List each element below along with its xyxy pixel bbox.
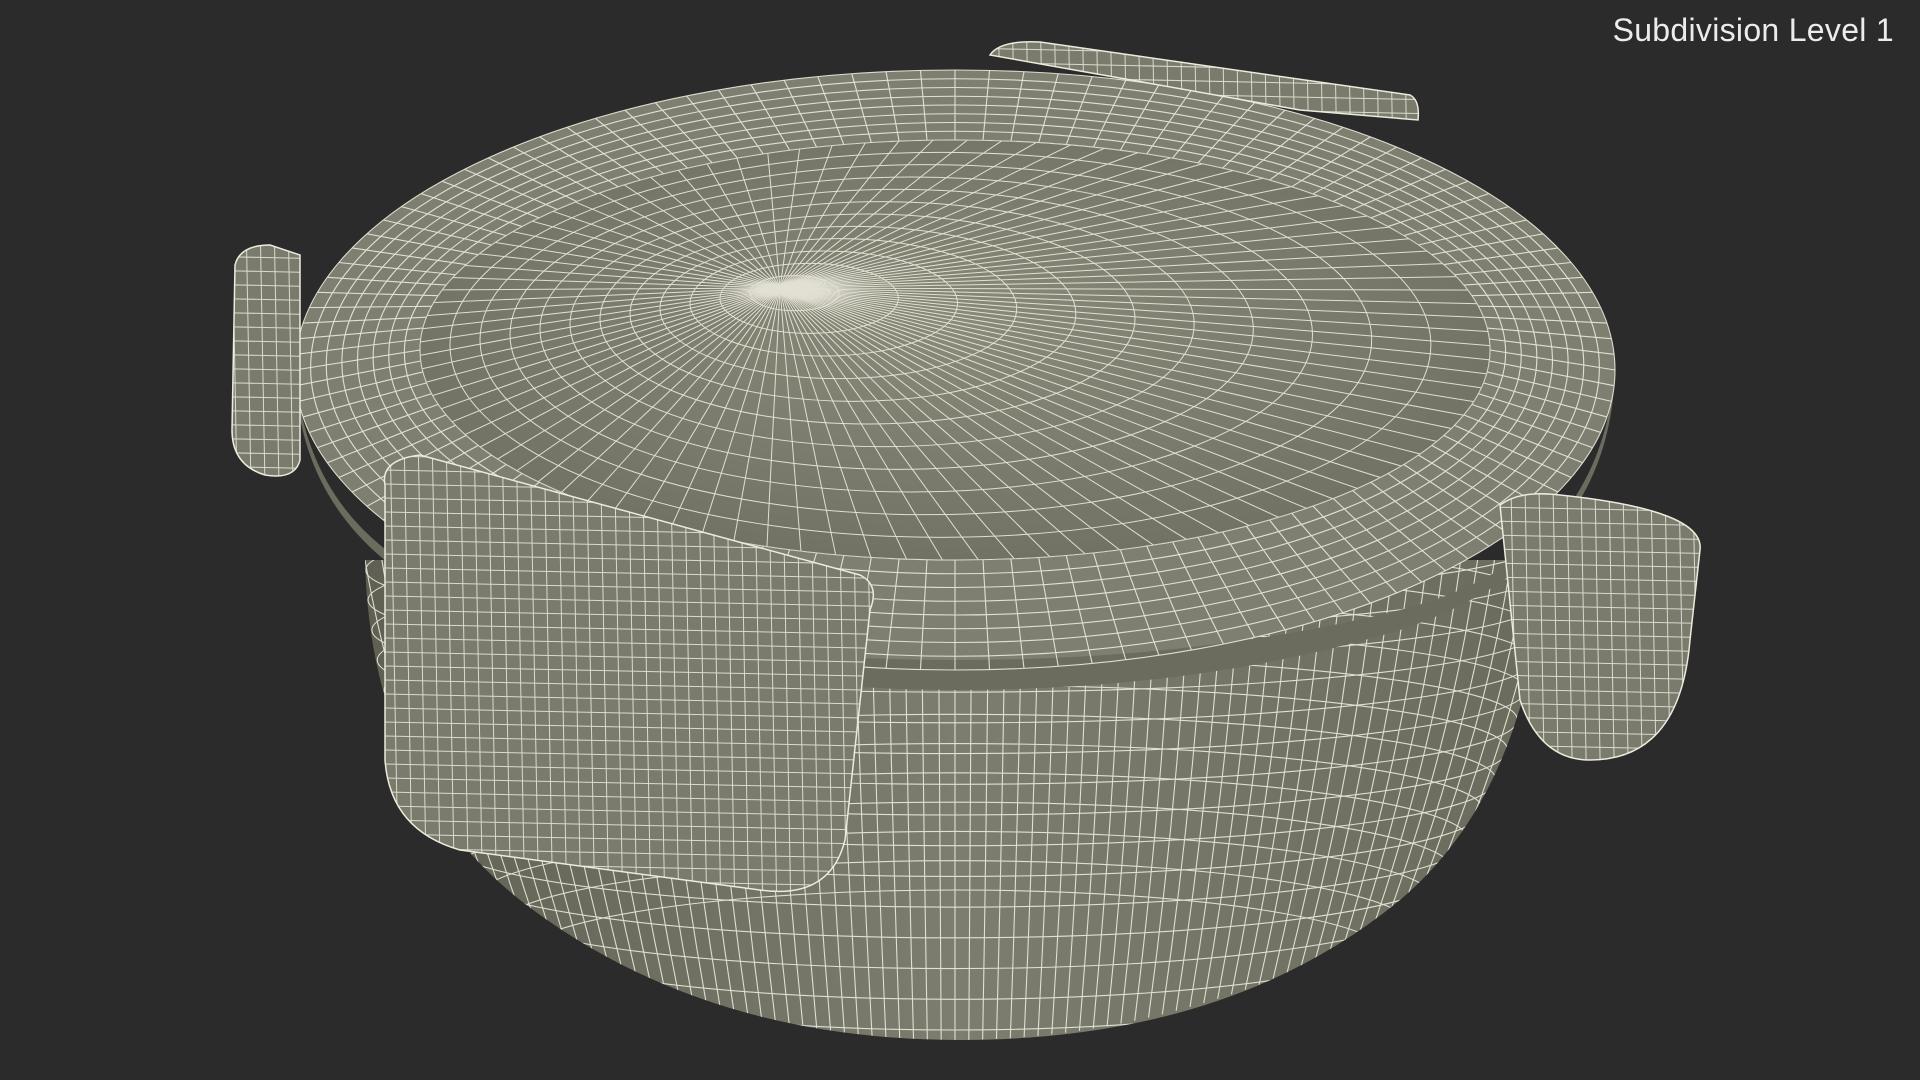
clip-wire [326,0,346,1080]
viewport: Subdivision Level 1 [0,0,1920,1080]
clip-wire [0,1036,1920,1076]
clip-wire [0,1036,1920,1076]
clip-wire [1712,0,1732,1080]
clip-wire [0,1050,1920,1080]
clip-wire [312,0,332,1080]
clip-wire [284,0,304,1080]
clip-wire [312,0,332,1080]
clip-wire [1740,0,1760,1080]
clip-wire [1712,0,1732,1080]
clip-wire [326,0,346,1080]
clip-wire [0,1064,1920,1080]
clip-wire [1697,493,1701,760]
clip-wire [232,245,235,476]
clip-wire [340,0,360,1080]
clip-wire [228,0,248,1080]
clip-wire [242,0,262,1080]
clip-wire [340,0,360,1080]
clip-wire [284,0,304,1080]
clip-wire [0,1064,1920,1080]
clip-wire [200,0,220,1080]
clip-wire [326,0,346,1080]
clip-wire [214,0,234,1080]
subdivision-level-label: Subdivision Level 1 [1612,12,1894,48]
clip-wire [312,0,332,1080]
clip-wire [284,0,304,1080]
clip-wire [298,0,318,1080]
clip-wire [298,0,318,1080]
clip-wire [1698,0,1718,1080]
clip-wire [1698,0,1718,1080]
clip-wire [256,0,276,1080]
clip-wire [1712,0,1732,1080]
clip-wire [1740,0,1760,1080]
clip-wire [200,0,220,1080]
clip-wire [232,245,249,476]
clip-wire [0,1036,1920,1076]
clip-wire [0,1064,1920,1080]
clip-wire [256,0,276,1080]
clip-wire [228,0,248,1080]
clip-wire [0,1050,1920,1080]
clip-wire [270,0,290,1080]
clip-wire [1726,0,1746,1080]
clip-wire [298,0,318,1080]
clip-wire [0,1050,1920,1080]
clip-wire [1712,0,1732,1080]
clip-wire [1726,0,1746,1080]
clip-wire [1698,0,1718,1080]
clip-wire [200,0,220,1080]
clip-wire [0,1050,1920,1080]
clip-wire [297,245,300,476]
clip-wire [283,245,300,476]
clip-wire [340,0,360,1080]
clip-wire [0,1064,1920,1080]
clip-wire [270,0,290,1080]
clip-wire [1740,0,1760,1080]
clip-wire [312,0,332,1080]
clip-wire [256,0,276,1080]
clip-wire [228,0,248,1080]
wireframe-model [0,0,1920,1080]
clip-wire [242,0,262,1080]
clip-wire [269,245,291,476]
clip-wire [0,1036,1920,1076]
clip-wire [270,0,290,1080]
clip-wire [200,0,220,1080]
clip-wire [214,0,234,1080]
clip-wire [1726,0,1746,1080]
clip-wire [340,0,360,1080]
clip-wire [326,0,346,1080]
clip-wire [242,0,262,1080]
clip-wire [1726,0,1746,1080]
clip-wire [214,0,234,1080]
clip-wire [241,245,263,476]
clip-wire [255,245,277,476]
clip-wire [1740,0,1760,1080]
